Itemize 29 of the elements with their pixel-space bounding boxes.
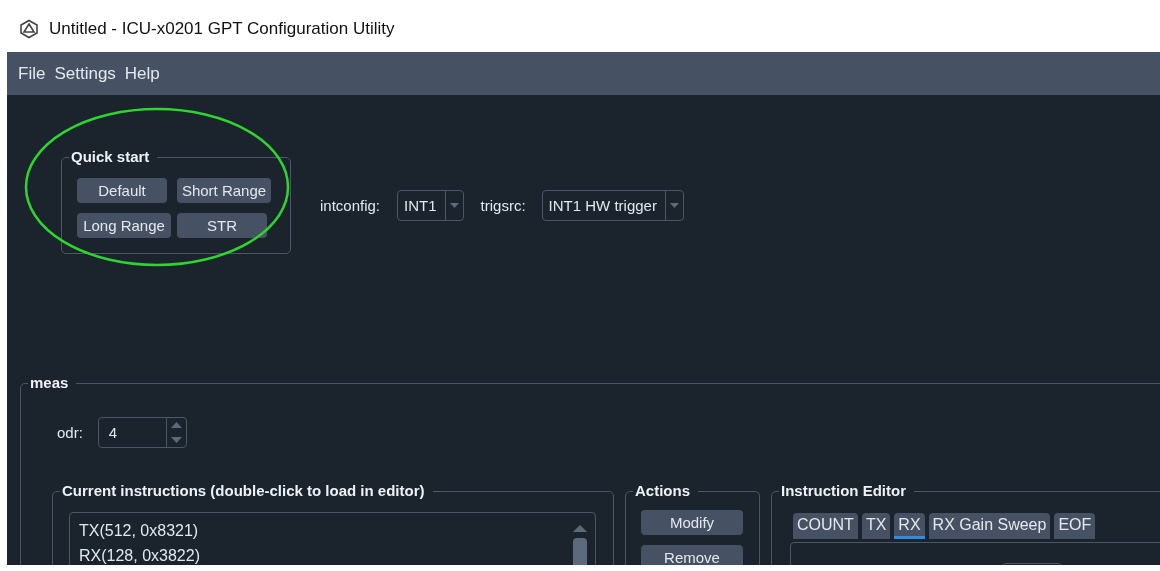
tab[interactable]: RX bbox=[894, 513, 925, 539]
menu-item[interactable]: Settings bbox=[53, 61, 117, 86]
scroll-up-icon[interactable] bbox=[573, 525, 587, 532]
tab[interactable]: TX bbox=[861, 513, 891, 539]
tab[interactable]: RX Gain Sweep bbox=[928, 513, 1051, 539]
push-button[interactable]: Short Range bbox=[177, 178, 271, 203]
list-item[interactable]: TX(512, 0x8321) bbox=[79, 518, 199, 543]
push-button[interactable]: Long Range bbox=[77, 213, 171, 238]
window-title: Untitled - ICU-x0201 GPT Configuration Utility bbox=[49, 19, 395, 39]
list-item[interactable]: RX(128, 0x3822) bbox=[79, 543, 200, 565]
spin-box[interactable]: 4 bbox=[97, 417, 187, 448]
push-button[interactable]: STR bbox=[177, 213, 267, 238]
dropdown-arrow-icon bbox=[449, 203, 459, 208]
up-arrow-icon bbox=[170, 422, 182, 429]
app-icon bbox=[19, 19, 39, 39]
field-label: intconfig: bbox=[320, 197, 381, 214]
menu-item[interactable]: Help bbox=[123, 61, 161, 86]
tab[interactable]: COUNT bbox=[793, 513, 858, 539]
dropdown[interactable]: INT1 HW trigger bbox=[541, 190, 684, 221]
push-button[interactable]: Modify bbox=[641, 510, 743, 535]
dropdown[interactable]: INT1 bbox=[397, 190, 464, 221]
tab[interactable]: EOF bbox=[1054, 513, 1096, 539]
menu-item[interactable]: File bbox=[17, 61, 47, 86]
field-label: trigsrc: bbox=[480, 197, 526, 214]
down-arrow-icon bbox=[170, 436, 182, 443]
field-label: odr: bbox=[57, 424, 83, 441]
push-button[interactable]: Remove bbox=[641, 545, 743, 565]
dropdown-arrow-icon bbox=[669, 203, 679, 208]
push-button[interactable]: Default bbox=[77, 178, 167, 203]
